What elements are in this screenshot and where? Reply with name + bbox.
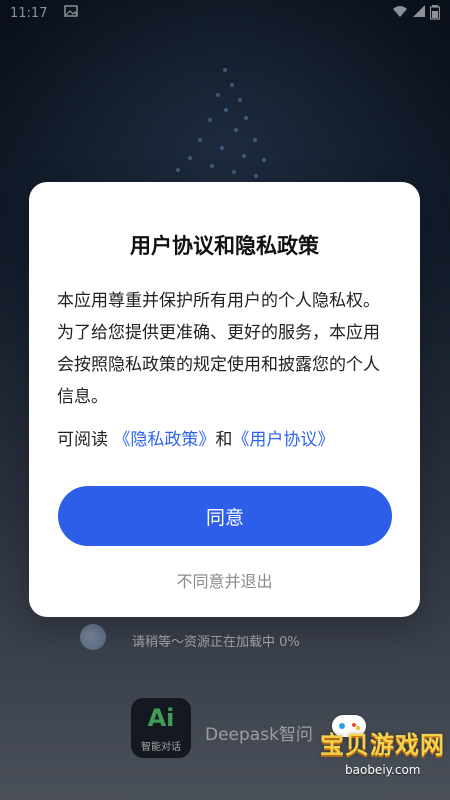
privacy-dialog: 用户协议和隐私政策 本应用尊重并保护所有用户的个人隐私权。为了给您提供更准确、更… xyxy=(29,182,420,617)
watermark: 宝贝游戏网 baobeiy.com xyxy=(290,715,450,795)
disagree-exit-button[interactable]: 不同意并退出 xyxy=(29,568,420,592)
policy-links: 可阅读 《隐私政策》和《用户协议》 xyxy=(57,425,400,450)
watermark-text: 宝贝游戏网 xyxy=(320,731,445,759)
privacy-policy-link[interactable]: 《隐私政策》 xyxy=(113,430,215,450)
user-agreement-link[interactable]: 《用户协议》 xyxy=(232,430,334,450)
agree-button[interactable]: 同意 xyxy=(58,486,392,546)
watermark-sub: baobeiy.com xyxy=(345,763,421,777)
dialog-title: 用户协议和隐私政策 xyxy=(130,234,319,258)
dialog-body: 本应用尊重并保护所有用户的个人隐私权。为了给您提供更准确、更好的服务，本应用会按… xyxy=(57,291,380,407)
links-prefix: 可阅读 xyxy=(57,430,108,450)
links-and: 和 xyxy=(215,430,233,450)
